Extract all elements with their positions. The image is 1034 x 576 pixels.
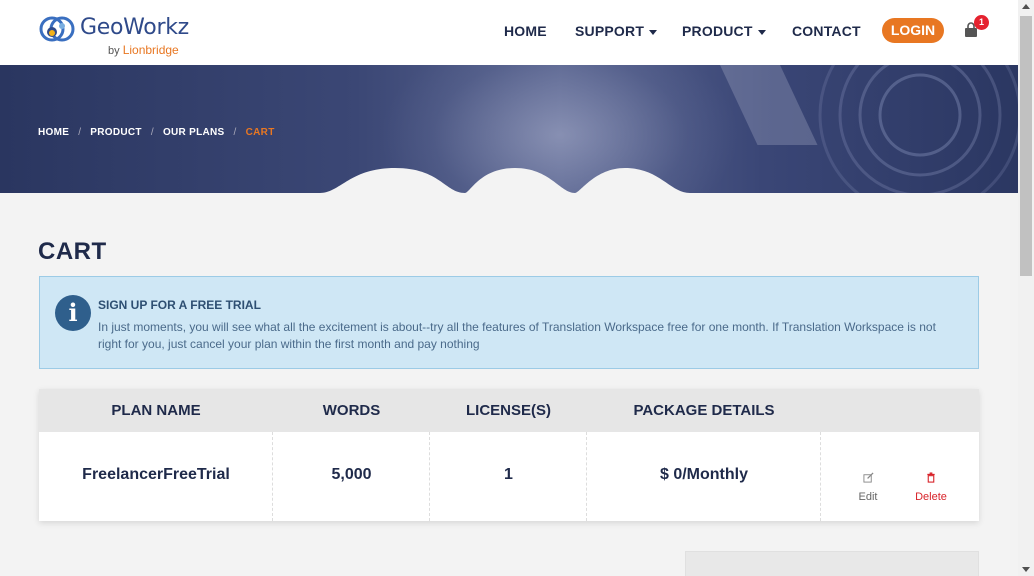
brand-name: GeoWorkz (80, 15, 189, 40)
chevron-down-icon (649, 29, 658, 35)
alert-text: In just moments, you will see what all t… (98, 320, 936, 351)
breadcrumb-separator: / (78, 127, 82, 138)
order-summary-panel (685, 551, 979, 576)
nav-support-label: SUPPORT (575, 23, 645, 39)
logo-icon (39, 16, 75, 42)
brand-company: Lionbridge (122, 43, 179, 57)
login-button[interactable]: LOGIN (882, 18, 944, 43)
table-header: PLAN NAME WORDS LICENSE(S) PACKAGE DETAI… (39, 389, 979, 432)
cell-licenses: 1 (504, 466, 513, 483)
free-trial-alert: i SIGN UP FOR A FREE TRIAL In just momen… (39, 276, 979, 369)
trash-icon (927, 472, 935, 483)
delete-button[interactable]: Delete (911, 470, 951, 503)
hero-wave-divider (0, 168, 1018, 193)
breadcrumb-cart: CART (245, 127, 275, 138)
edit-icon (862, 472, 874, 483)
page-scrollbar[interactable] (1018, 0, 1034, 576)
scrollbar-thumb[interactable] (1020, 16, 1032, 276)
cell-words: 5,000 (331, 466, 372, 483)
page-title: CART (38, 238, 107, 265)
scroll-up-arrow-icon[interactable] (1022, 4, 1030, 9)
cell-plan-name: FreelancerFreeTrial (82, 466, 230, 483)
chevron-down-icon (757, 29, 766, 35)
breadcrumb-product[interactable]: PRODUCT (90, 127, 142, 138)
nav-home[interactable]: HOME (504, 23, 547, 39)
geoworkz-logo[interactable]: GeoWorkz by Lionbridge (38, 13, 198, 59)
breadcrumb-separator: / (150, 127, 154, 138)
hero-device-shape (720, 65, 818, 145)
breadcrumb: HOME / PRODUCT / OUR PLANS / CART (38, 127, 275, 138)
header-package-details: PACKAGE DETAILS (633, 402, 775, 419)
cell-package-details: $ 0/Monthly (659, 466, 748, 483)
alert-title: SIGN UP FOR A FREE TRIAL (98, 298, 261, 312)
delete-label: Delete (915, 491, 947, 503)
cart-count-badge: 1 (974, 15, 989, 30)
breadcrumb-separator: / (233, 127, 237, 138)
header-words: WORDS (322, 402, 381, 419)
breadcrumb-home[interactable]: HOME (38, 127, 69, 138)
nav-contact[interactable]: CONTACT (792, 23, 861, 39)
edit-label: Edit (858, 491, 878, 503)
nav-support[interactable]: SUPPORT (575, 23, 658, 39)
brand-by: by (108, 45, 120, 57)
brand-sub: by Lionbridge (108, 43, 179, 57)
nav-product-label: PRODUCT (682, 23, 753, 39)
header-licenses: LICENSE(S) (465, 402, 551, 419)
edit-button[interactable]: Edit (851, 470, 885, 503)
nav-product[interactable]: PRODUCT (682, 23, 766, 39)
cart-table: PLAN NAME WORDS LICENSE(S) PACKAGE DETAI… (39, 389, 979, 521)
header-plan-name: PLAN NAME (111, 402, 201, 419)
scroll-down-arrow-icon[interactable] (1022, 567, 1030, 572)
info-icon: i (55, 295, 91, 331)
site-header: GeoWorkz by Lionbridge HOME SUPPORT PROD… (0, 0, 1018, 65)
hero-banner: HOME / PRODUCT / OUR PLANS / CART (0, 65, 1018, 193)
breadcrumb-our-plans[interactable]: OUR PLANS (163, 127, 225, 138)
